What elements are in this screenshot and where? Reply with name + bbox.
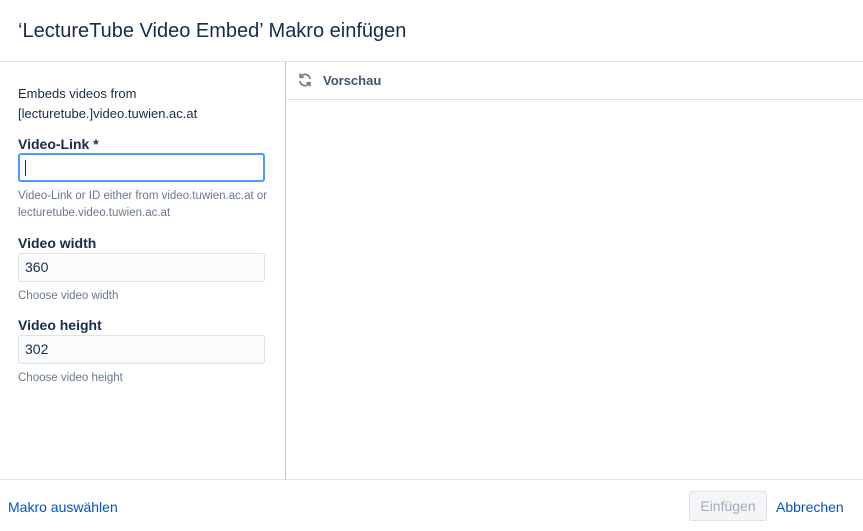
- refresh-icon[interactable]: [297, 72, 313, 88]
- preview-panel: Vorschau: [287, 62, 863, 479]
- video-height-help: Choose video height: [18, 372, 123, 384]
- video-link-help: Video-Link or ID either from video.tuwie…: [18, 190, 268, 219]
- insert-macro-dialog: ‘LectureTube Video Embed’ Makro einfügen…: [0, 0, 863, 531]
- insert-button[interactable]: Einfügen: [689, 491, 767, 521]
- text-caret: [25, 160, 26, 176]
- dialog-header: ‘LectureTube Video Embed’ Makro einfügen: [0, 0, 863, 62]
- video-height-input[interactable]: 302: [18, 335, 265, 364]
- dialog-footer: Makro auswählen Einfügen Abbrechen: [0, 479, 863, 531]
- video-link-label: Video-Link *: [18, 136, 99, 152]
- macro-parameters-panel: Embeds videos from [lecturetube.]video.t…: [0, 62, 286, 479]
- cancel-link[interactable]: Abbrechen: [776, 499, 844, 515]
- preview-area: [287, 100, 863, 479]
- dialog-title: ‘LectureTube Video Embed’ Makro einfügen: [18, 20, 407, 42]
- select-macro-link[interactable]: Makro auswählen: [8, 499, 118, 515]
- video-width-help: Choose video width: [18, 290, 119, 302]
- video-width-label: Video width: [18, 235, 97, 251]
- video-link-input[interactable]: [18, 153, 265, 182]
- preview-toolbar: Vorschau: [287, 62, 863, 100]
- preview-label: Vorschau: [323, 73, 382, 88]
- macro-description: Embeds videos from [lecturetube.]video.t…: [18, 86, 198, 121]
- video-height-label: Video height: [18, 317, 102, 333]
- video-width-input[interactable]: 360: [18, 253, 265, 282]
